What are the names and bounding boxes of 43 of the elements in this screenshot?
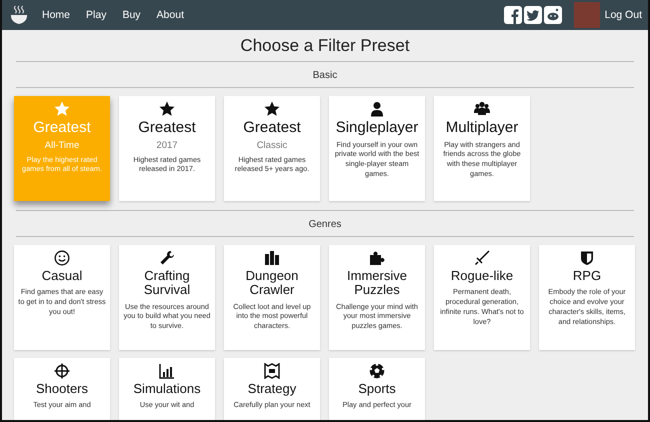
card-title: Greatest (138, 120, 196, 136)
smiley-icon (54, 250, 70, 266)
ball-icon (369, 363, 385, 379)
card-title: RPG (572, 269, 602, 284)
wrench-icon (159, 250, 175, 266)
facebook-icon[interactable] (504, 6, 522, 24)
card-title: Shooters (36, 382, 88, 396)
crosshair-icon (54, 363, 70, 379)
card-title: Immersive Puzzles (346, 269, 408, 298)
card-title: Crafting Survival (142, 269, 192, 298)
nav-link[interactable]: Play (86, 9, 106, 21)
twitter-icon[interactable] (524, 6, 542, 24)
logout-link[interactable]: Log Out (604, 9, 642, 21)
card-subtitle: All-Time (44, 140, 80, 150)
person-icon (369, 101, 385, 117)
shield-icon (579, 250, 595, 266)
star-icon (159, 101, 175, 117)
star-icon (54, 101, 70, 117)
star-icon (264, 101, 280, 117)
card-title: Multiplayer (446, 120, 518, 136)
reddit-icon[interactable] (544, 6, 562, 24)
card-title: Sports (358, 382, 396, 396)
page-title: Choose a Filter Preset (239, 36, 411, 56)
card-title: Greatest (33, 120, 91, 136)
nav-link[interactable]: About (156, 9, 184, 21)
bar-chart-icon (159, 363, 175, 379)
sword-icon (474, 250, 490, 266)
card-subtitle: 2017 (156, 140, 178, 150)
puzzle-icon (369, 250, 385, 266)
card-title: Greatest (243, 120, 301, 136)
card-subtitle: Classic (256, 140, 288, 150)
section-heading: Basic (312, 70, 338, 81)
people-icon (474, 101, 490, 117)
card-title: Simulations (133, 382, 201, 396)
nav-link[interactable]: Buy (122, 9, 141, 21)
card-title: Rogue-like (450, 269, 514, 284)
card-title: Strategy (248, 382, 296, 396)
card-title: Dungeon Crawler (244, 269, 300, 298)
card-title: Singleplayer (336, 120, 418, 136)
section-heading: Genres (308, 219, 342, 230)
nav-link[interactable]: Home (42, 9, 70, 21)
bowl-icon[interactable] (10, 5, 28, 25)
card-title: Casual (42, 269, 82, 284)
